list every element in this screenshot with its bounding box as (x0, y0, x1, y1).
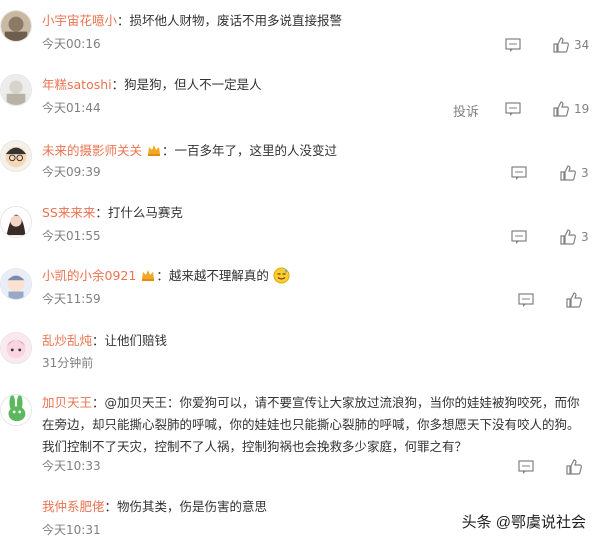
comment-item: 小凯的小余0921 ：越来越不理解真的 今天11:59 (0, 258, 600, 318)
separator: ： (117, 13, 130, 28)
watermark: 头条 @鄂虞说社会 (455, 509, 592, 534)
commenter-name[interactable]: SS来来来 (42, 205, 95, 220)
vip-badge-icon (140, 267, 156, 288)
comment-item: 小宇宙花噫小：损坏他人财物，废话不用多说直接报警 今天00:16 34 (0, 0, 600, 60)
like-count: 3 (581, 230, 589, 244)
like-count: 34 (574, 38, 590, 52)
commenter-name[interactable]: 加贝天王 (42, 395, 92, 410)
like-icon[interactable] (560, 229, 576, 245)
reply-icon[interactable] (505, 102, 521, 116)
comment-item: SS来来来：打什么马赛克 今天01:55 3 (0, 194, 600, 254)
commenter-name[interactable]: 我仲系肥佬 (42, 499, 105, 514)
comment-text: 物伤其类，伤是伤害的意思 (117, 499, 268, 514)
separator: ： (92, 333, 105, 348)
avatar[interactable] (0, 140, 32, 172)
comment-time: 今天00:16 (42, 37, 101, 51)
avatar[interactable] (0, 394, 32, 426)
comment-text: 打什么马赛克 (107, 205, 183, 220)
comment-text: 一百多年了，这里的人没变过 (174, 143, 338, 158)
comment-time: 31分钟前 (42, 356, 94, 370)
reply-icon[interactable] (511, 230, 527, 244)
separator: ： (95, 205, 108, 220)
commenter-name[interactable]: 未来的摄影师关关 (42, 143, 142, 158)
avatar[interactable] (0, 332, 32, 364)
commenter-name[interactable]: 小凯的小余0921 (42, 268, 136, 283)
like-icon[interactable] (553, 37, 569, 53)
vip-badge-icon (146, 142, 162, 163)
commenter-name[interactable]: 年糕satoshi (42, 77, 112, 92)
reply-icon[interactable] (505, 38, 521, 52)
comment-item: 未来的摄影师关关 ：一百多年了，这里的人没变过 今天09:39 3 (0, 130, 600, 190)
commenter-name[interactable]: 乱炒乱炖 (42, 333, 92, 348)
avatar[interactable] (0, 206, 32, 238)
separator: ： (92, 395, 105, 410)
reply-icon[interactable] (518, 460, 534, 474)
separator: ： (104, 499, 118, 514)
like-icon[interactable] (560, 165, 576, 181)
sweat-smile-emoji-icon (273, 267, 290, 289)
comment-text: 损坏他人财物，废话不用多说直接报警 (129, 13, 343, 28)
comment-time: 今天10:31 (42, 523, 101, 537)
separator: ： (156, 268, 169, 283)
comment-time: 今天01:55 (42, 229, 101, 243)
comment-text: 越来越不理解真的 (168, 268, 269, 283)
comment-item: 年糕satoshi：狗是狗，但人不一定是人 今天01:44 投诉 19 (0, 64, 600, 124)
comment-time: 今天11:59 (42, 292, 101, 306)
like-icon[interactable] (566, 459, 582, 475)
reply-icon[interactable] (518, 293, 534, 307)
comment-item: 加贝天王：@加贝天王：你爱狗可以，请不要宣传让大家放过流浪狗，当你的娃娃被狗咬死… (0, 388, 600, 478)
comment-item: 乱炒乱炖：让他们赔钱 31分钟前 (0, 322, 600, 382)
report-button[interactable]: 投诉 (453, 101, 479, 120)
avatar[interactable] (0, 268, 32, 300)
comment-time: 今天09:39 (42, 165, 101, 179)
separator: ： (111, 77, 125, 92)
comment-time: 今天01:44 (42, 101, 101, 115)
like-icon[interactable] (553, 101, 569, 117)
comment-text: 狗是狗，但人不一定是人 (124, 77, 262, 92)
like-count: 3 (581, 166, 589, 180)
commenter-name[interactable]: 小宇宙花噫小 (42, 13, 117, 28)
reply-icon[interactable] (511, 166, 527, 180)
comment-text: @加贝天王：你爱狗可以，请不要宣传让大家放过流浪狗，当你的娃娃被狗咬死，而你在旁… (42, 395, 580, 454)
like-count: 19 (574, 102, 590, 116)
comment-time: 今天10:33 (42, 459, 101, 473)
avatar[interactable] (0, 10, 32, 42)
like-icon[interactable] (566, 292, 582, 308)
avatar[interactable] (0, 74, 32, 106)
comment-text: 让他们赔钱 (104, 333, 168, 348)
separator: ： (162, 143, 175, 158)
